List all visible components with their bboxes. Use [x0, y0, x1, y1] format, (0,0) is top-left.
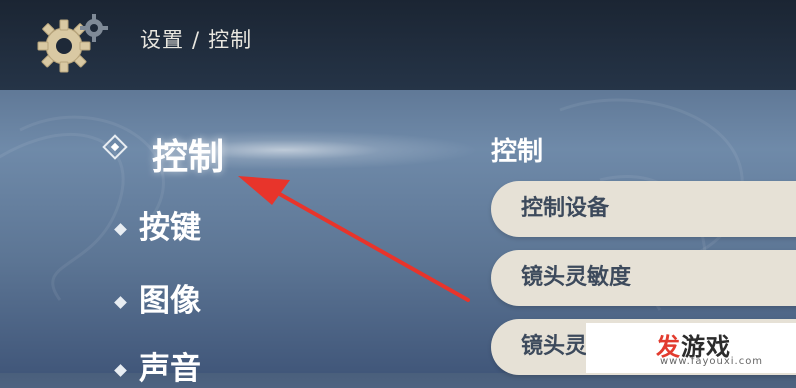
diamond-icon: [114, 296, 127, 309]
setting-label: 镜头灵敏度: [521, 265, 632, 290]
menu-item-label: 按键: [139, 210, 201, 246]
diamond-icon: [114, 223, 127, 236]
diamond-selected-icon: [102, 134, 128, 160]
settings-menu: 控制 按键 图像 声音: [0, 0, 430, 387]
setting-control-device[interactable]: 控制设备: [491, 181, 796, 237]
menu-item-label: 声音: [139, 351, 201, 387]
menu-item-sound[interactable]: 声音: [114, 343, 201, 388]
diamond-icon: [114, 364, 127, 377]
setting-label: 控制设备: [521, 196, 610, 221]
setting-label: 镜头灵: [521, 334, 588, 359]
setting-camera-sensitivity[interactable]: 镜头灵敏度: [491, 250, 796, 306]
menu-item-keys[interactable]: 按键: [114, 202, 201, 247]
menu-item-label: 控制: [152, 137, 225, 178]
watermark-url: www.fayouxi.com: [660, 356, 764, 367]
menu-item-label: 图像: [139, 283, 201, 319]
menu-item-control[interactable]: 控制: [102, 128, 225, 180]
section-title: 控制: [491, 137, 544, 167]
menu-item-graphics[interactable]: 图像: [114, 275, 201, 320]
